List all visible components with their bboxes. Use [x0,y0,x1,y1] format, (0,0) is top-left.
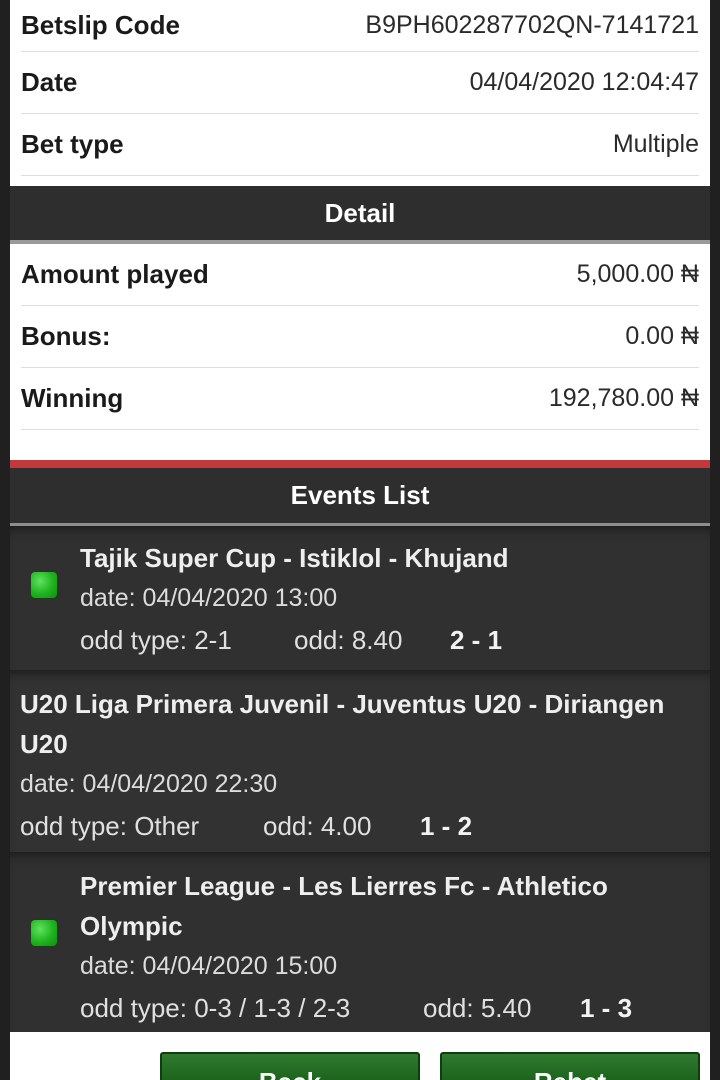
event-title-continued: U20 [20,729,68,759]
score: 1 - 3 [580,993,633,1023]
list-item[interactable]: Premier League - Les Lierres Fc - Athlet… [10,852,710,1032]
rebet-button[interactable]: Rebet [440,1052,700,1080]
odd-type: odd type: Other [20,811,200,841]
bet-type-value: Multiple [612,130,699,158]
list-item[interactable]: U20 Liga Primera Juvenil - Juventus U20 … [10,670,710,852]
events-list-header: Events List [10,468,710,526]
won-status-icon [31,920,57,946]
date-value: 04/04/2020 12:04:47 [469,68,699,96]
bet-type-label: Bet type [21,129,124,159]
event-date: date: 04/04/2020 13:00 [80,584,338,612]
detail-header: Detail [10,186,710,244]
betslip-summary: Betslip Code B9PH602287702QN-7141721 Dat… [10,0,710,186]
betslip-screen: Betslip Code B9PH602287702QN-7141721 Dat… [0,0,720,1080]
event-title: U20 Liga Primera Juvenil - Juventus U20 … [20,689,665,719]
score: 2 - 1 [450,625,503,655]
back-button[interactable]: Back [160,1052,420,1080]
event-odds: odd type: Other odd: 4.00 1 - 2 [20,804,664,848]
amount-played-label: Amount played [21,259,209,289]
betslip-code-value: B9PH602287702QN-7141721 [365,11,699,39]
section-divider [10,460,710,468]
list-item[interactable]: Tajik Super Cup - Istiklol - Khujand dat… [10,526,710,670]
winning-label: Winning [21,383,124,413]
action-bar: Back Rebet [10,1032,710,1080]
winning-value: 192,780.00 ₦ [548,384,699,412]
events-list[interactable]: Tajik Super Cup - Istiklol - Khujand dat… [10,526,710,1032]
winning-row: Winning 192,780.00 ₦ [21,368,699,430]
event-odds: odd type: 0-3 / 1-3 / 2-3 odd: 5.40 1 - … [80,986,632,1030]
bonus-value: 0.00 ₦ [625,322,699,350]
bet-type-row: Bet type Multiple [21,114,699,176]
odd-type: odd type: 0-3 / 1-3 / 2-3 [80,993,351,1023]
betslip-code-label: Betslip Code [21,10,180,40]
event-date: date: 04/04/2020 22:30 [20,770,278,798]
odd-value: odd: 8.40 [294,625,403,655]
bonus-label: Bonus: [21,321,111,351]
event-date: date: 04/04/2020 15:00 [80,952,338,980]
amount-played-value: 5,000.00 ₦ [576,260,699,288]
odd-type: odd type: 2-1 [80,625,232,655]
detail-amounts: Amount played 5,000.00 ₦ Bonus: 0.00 ₦ W… [10,244,710,460]
amount-played-row: Amount played 5,000.00 ₦ [21,244,699,306]
score: 1 - 2 [420,811,473,841]
betslip-code-row: Betslip Code B9PH602287702QN-7141721 [21,0,699,52]
event-odds: odd type: 2-1 odd: 8.40 2 - 1 [80,618,509,662]
event-title: Tajik Super Cup - Istiklol - Khujand [80,543,509,573]
date-label: Date [21,67,78,97]
odd-value: odd: 4.00 [263,811,372,841]
date-row: Date 04/04/2020 12:04:47 [21,52,699,114]
event-title: Premier League - Les Lierres Fc - Athlet… [80,871,608,901]
bonus-row: Bonus: 0.00 ₦ [21,306,699,368]
won-status-icon [31,572,57,598]
odd-value: odd: 5.40 [423,993,532,1023]
event-title-continued: Olympic [80,911,183,941]
